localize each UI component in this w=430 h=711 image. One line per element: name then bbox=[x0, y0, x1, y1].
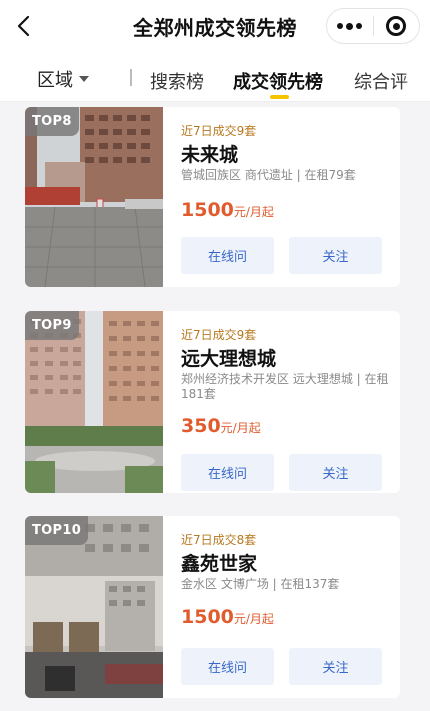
listing-card[interactable]: TOP10 近7日成交8套 鑫苑世家 金水区 文博广场 | 在租137套 150… bbox=[25, 516, 400, 698]
region-filter-label: 区域 bbox=[37, 70, 73, 91]
price-unit: 元/月起 bbox=[233, 205, 274, 219]
target-icon bbox=[386, 16, 407, 36]
community-name: 未来城 bbox=[181, 144, 239, 166]
location-meta: 金水区 文博广场 | 在租137套 bbox=[181, 577, 340, 591]
tab-search-rank[interactable]: 搜索榜 bbox=[150, 68, 204, 94]
listing-card[interactable]: TOP8 近7日成交9套 未来城 管城回族区 商代遗址 | 在租79套 1500… bbox=[25, 107, 400, 287]
close-miniprogram-button[interactable] bbox=[373, 9, 419, 43]
mini-program-capsule bbox=[326, 8, 420, 44]
location-meta: 郑州经济技术开发区 远大理想城 | 在租181套 bbox=[181, 372, 389, 401]
region-filter[interactable]: 区域 bbox=[37, 66, 89, 92]
price-value: 1500 bbox=[181, 199, 234, 221]
listing-photo: TOP9 bbox=[25, 311, 163, 493]
listing-card[interactable]: TOP9 近7日成交9套 远大理想城 郑州经济技术开发区 远大理想城 | 在租1… bbox=[25, 311, 400, 493]
price-unit: 元/月起 bbox=[220, 421, 261, 435]
more-button[interactable] bbox=[327, 9, 373, 43]
community-name: 鑫苑世家 bbox=[181, 553, 258, 575]
location-meta: 管城回族区 商代遗址 | 在租79套 bbox=[181, 168, 356, 182]
rank-badge: TOP10 bbox=[25, 516, 89, 545]
listing-photo: TOP10 bbox=[25, 516, 163, 698]
price: 350元/月起 bbox=[181, 415, 261, 437]
price-value: 1500 bbox=[181, 606, 234, 628]
tab-bar: 区域 搜索榜 成交领先榜 综合评 bbox=[0, 52, 430, 102]
inquire-online-button[interactable]: 在线问 bbox=[181, 454, 274, 491]
inquire-online-button[interactable]: 在线问 bbox=[181, 648, 274, 685]
community-name: 远大理想城 bbox=[181, 348, 277, 370]
tab-deal-rank[interactable]: 成交领先榜 bbox=[233, 68, 323, 94]
listing-photo: TOP8 bbox=[25, 107, 163, 287]
price: 1500元/月起 bbox=[181, 199, 274, 221]
nav-bar: 全郑州成交领先榜 bbox=[0, 0, 430, 52]
price: 1500元/月起 bbox=[181, 606, 274, 628]
price-value: 350 bbox=[181, 415, 221, 437]
dropdown-triangle-icon bbox=[79, 76, 89, 82]
recent-deals: 近7日成交9套 bbox=[181, 328, 257, 342]
inquire-online-button[interactable]: 在线问 bbox=[181, 237, 274, 274]
more-dots-icon bbox=[337, 23, 344, 29]
tab-divider bbox=[130, 69, 132, 86]
tab-fade bbox=[400, 52, 430, 101]
recent-deals: 近7日成交9套 bbox=[181, 124, 257, 138]
recent-deals: 近7日成交8套 bbox=[181, 533, 257, 547]
follow-button[interactable]: 关注 bbox=[289, 454, 382, 491]
rank-badge: TOP9 bbox=[25, 311, 79, 340]
price-unit: 元/月起 bbox=[233, 612, 274, 626]
follow-button[interactable]: 关注 bbox=[289, 648, 382, 685]
rank-badge: TOP8 bbox=[25, 107, 79, 136]
active-tab-indicator bbox=[270, 95, 289, 99]
follow-button[interactable]: 关注 bbox=[289, 237, 382, 274]
